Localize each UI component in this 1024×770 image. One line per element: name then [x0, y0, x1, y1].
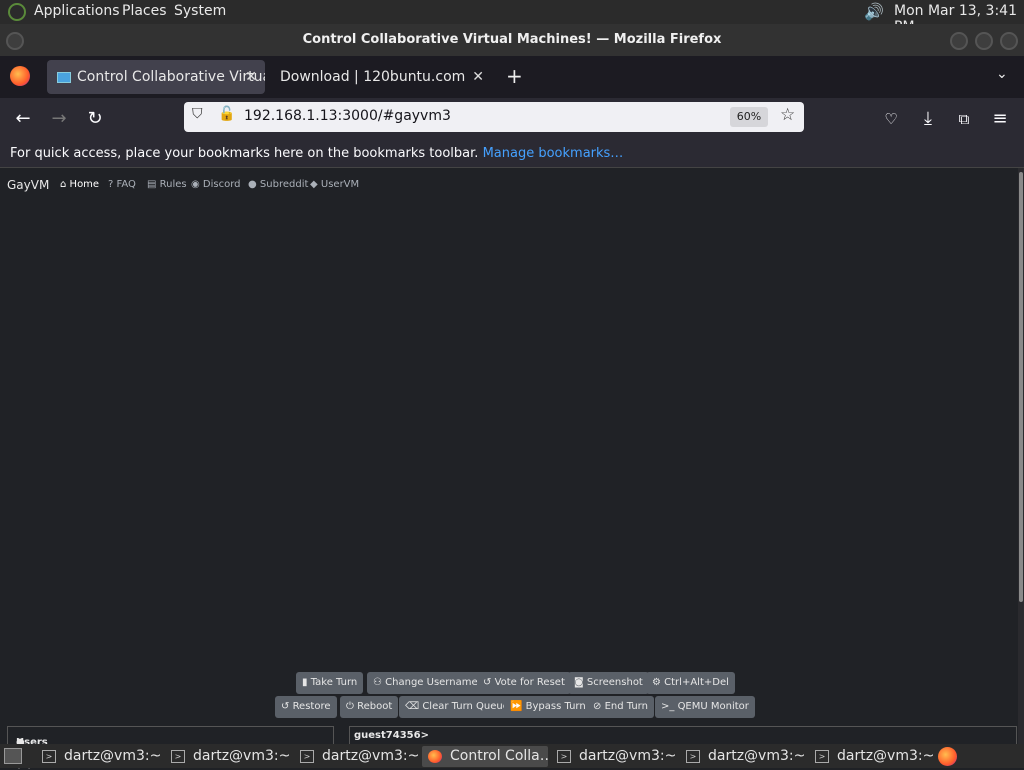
page-content: GayVM ⌂ Home ? FAQ ▤ Rules ◉ Discord ● S… — [0, 168, 1018, 770]
window-menu-button[interactable] — [6, 32, 24, 50]
minimize-button[interactable] — [950, 32, 968, 50]
vote-for-reset-button[interactable]: ↺ Vote for Reset — [477, 672, 571, 694]
terminal-icon: > — [815, 749, 829, 763]
clear-turn-queue-button[interactable]: ⌫ Clear Turn Queue — [399, 696, 515, 718]
applications-menu[interactable]: Applications — [34, 3, 120, 19]
terminal-icon: > — [42, 749, 56, 763]
tab-close-icon[interactable]: ✕ — [472, 60, 484, 94]
brand-link[interactable]: GayVM — [7, 178, 49, 192]
list-all-tabs-icon[interactable]: ⌄ — [996, 66, 1008, 82]
taskbar-item-terminal[interactable]: >dartz@vm3:~… — [551, 746, 677, 767]
top-panel: Applications Places System 🔊 Mon Mar 13,… — [0, 0, 1024, 35]
reload-icon[interactable]: ↻ — [82, 106, 108, 132]
firefox-view-icon[interactable] — [10, 66, 30, 86]
nav-rules[interactable]: ▤ Rules — [147, 179, 187, 190]
nav-faq[interactable]: ? FAQ — [108, 179, 136, 190]
reboot-button[interactable]: ⏻ Reboot — [340, 696, 399, 718]
zoom-indicator[interactable]: 60% — [730, 107, 768, 127]
chat-message-user: guest74356> — [354, 730, 429, 741]
bookmarks-toolbar: For quick access, place your bookmarks h… — [0, 140, 1024, 168]
tab-control-collaborative[interactable]: Control Collaborative Virtua ✕ — [47, 60, 265, 94]
taskbar-item-terminal[interactable]: >dartz@vm3:~… — [294, 746, 420, 767]
qemu-monitor-button[interactable]: >_ QEMU Monitor — [655, 696, 755, 718]
back-icon[interactable]: ← — [10, 106, 36, 132]
bookmark-star-icon[interactable]: ☆ — [780, 105, 795, 125]
volume-icon[interactable]: 🔊 — [864, 2, 884, 21]
tab-label: Download | 120buntu.com — [280, 69, 466, 85]
window-titlebar[interactable]: Control Collaborative Virtual Machines! … — [0, 24, 1024, 56]
nav-discord[interactable]: ◉ Discord — [191, 179, 241, 190]
users-online-panel: ● Users Online (2) — [7, 726, 334, 770]
navigation-toolbar: ← → ↻ ⛉ 🔓 192.168.1.13:3000/#gayvm3 60% … — [0, 98, 1024, 140]
nav-home[interactable]: ⌂ Home — [60, 179, 99, 190]
taskbar-item-terminal[interactable]: >dartz@vm3:~… — [809, 746, 935, 767]
maximize-button[interactable] — [975, 32, 993, 50]
scrollbar-thumb[interactable] — [1019, 172, 1023, 602]
window-title: Control Collaborative Virtual Machines! … — [302, 32, 722, 47]
taskbar-item-terminal[interactable]: >dartz@vm3:~… — [36, 746, 162, 767]
url-bar[interactable]: ⛉ 🔓 192.168.1.13:3000/#gayvm3 60% ☆ — [184, 102, 804, 132]
downloads-icon[interactable]: ⤓ — [915, 106, 941, 132]
tab-close-icon[interactable]: ✕ — [245, 60, 257, 94]
close-window-button[interactable] — [1000, 32, 1018, 50]
taskbar-item-terminal[interactable]: >dartz@vm3:~… — [165, 746, 291, 767]
bypass-turn-button[interactable]: ⏩ Bypass Turn — [504, 696, 592, 718]
terminal-icon: > — [686, 749, 700, 763]
hamburger-menu-icon[interactable]: ≡ — [987, 106, 1013, 132]
tab-download-120buntu[interactable]: Download | 120buntu.com ✕ — [270, 60, 492, 94]
reddit-icon: ● — [248, 179, 257, 190]
tab-label: Control Collaborative Virtua — [77, 69, 265, 85]
home-icon: ⌂ — [60, 179, 67, 190]
nav-subreddit[interactable]: ● Subreddit — [248, 179, 308, 190]
screenshot-button[interactable]: ◙ Screenshot — [568, 672, 649, 694]
clipboard-icon: ▤ — [147, 179, 157, 190]
question-icon: ? — [108, 179, 114, 190]
firefox-icon — [428, 749, 442, 763]
change-username-button[interactable]: ⚇ Change Username — [367, 672, 484, 694]
insecure-lock-icon[interactable]: 🔓 — [218, 106, 235, 122]
extensions-icon[interactable]: ⧉ — [951, 106, 977, 132]
show-desktop-icon[interactable] — [4, 748, 22, 764]
firefox-launcher-icon[interactable] — [938, 747, 957, 766]
page-scrollbar[interactable] — [1018, 168, 1024, 744]
forward-icon[interactable]: → — [46, 106, 72, 132]
nav-uservm[interactable]: ◆ UserVM — [310, 179, 359, 190]
pocket-icon[interactable]: ♡ — [878, 106, 904, 132]
shield-icon[interactable]: ⛉ — [192, 106, 203, 122]
terminal-icon: > — [557, 749, 571, 763]
terminal-icon: > — [300, 749, 314, 763]
chat-panel: guest74356> — [349, 726, 1017, 746]
vm-navbar: GayVM ⌂ Home ? FAQ ▤ Rules ◉ Discord ● S… — [0, 168, 1018, 200]
bookmarks-hint: For quick access, place your bookmarks h… — [10, 146, 479, 161]
taskbar-item-firefox[interactable]: Control Colla… — [422, 746, 548, 767]
take-turn-button[interactable]: ▮ Take Turn — [296, 672, 364, 694]
manage-bookmarks-link[interactable]: Manage bookmarks… — [483, 146, 624, 161]
discord-icon: ◉ — [191, 179, 200, 190]
end-turn-button[interactable]: ⊘ End Turn — [587, 696, 654, 718]
terminal-icon: > — [171, 749, 185, 763]
system-menu[interactable]: System — [174, 3, 226, 19]
new-tab-icon[interactable]: + — [506, 64, 523, 88]
restore-button[interactable]: ↺ Restore — [275, 696, 337, 718]
url-text[interactable]: 192.168.1.13:3000/#gayvm3 — [244, 108, 451, 124]
user-icon: ◆ — [310, 179, 318, 190]
taskbar: >dartz@vm3:~… >dartz@vm3:~… >dartz@vm3:~… — [0, 744, 1024, 768]
monitor-icon — [57, 71, 71, 83]
ctrl-alt-del-button[interactable]: ⚙ Ctrl+Alt+Del — [646, 672, 735, 694]
distro-logo-icon[interactable] — [8, 3, 26, 21]
tab-strip: Control Collaborative Virtua ✕ Download … — [0, 56, 1024, 98]
taskbar-item-terminal[interactable]: >dartz@vm3:~… — [680, 746, 806, 767]
places-menu[interactable]: Places — [122, 3, 167, 19]
